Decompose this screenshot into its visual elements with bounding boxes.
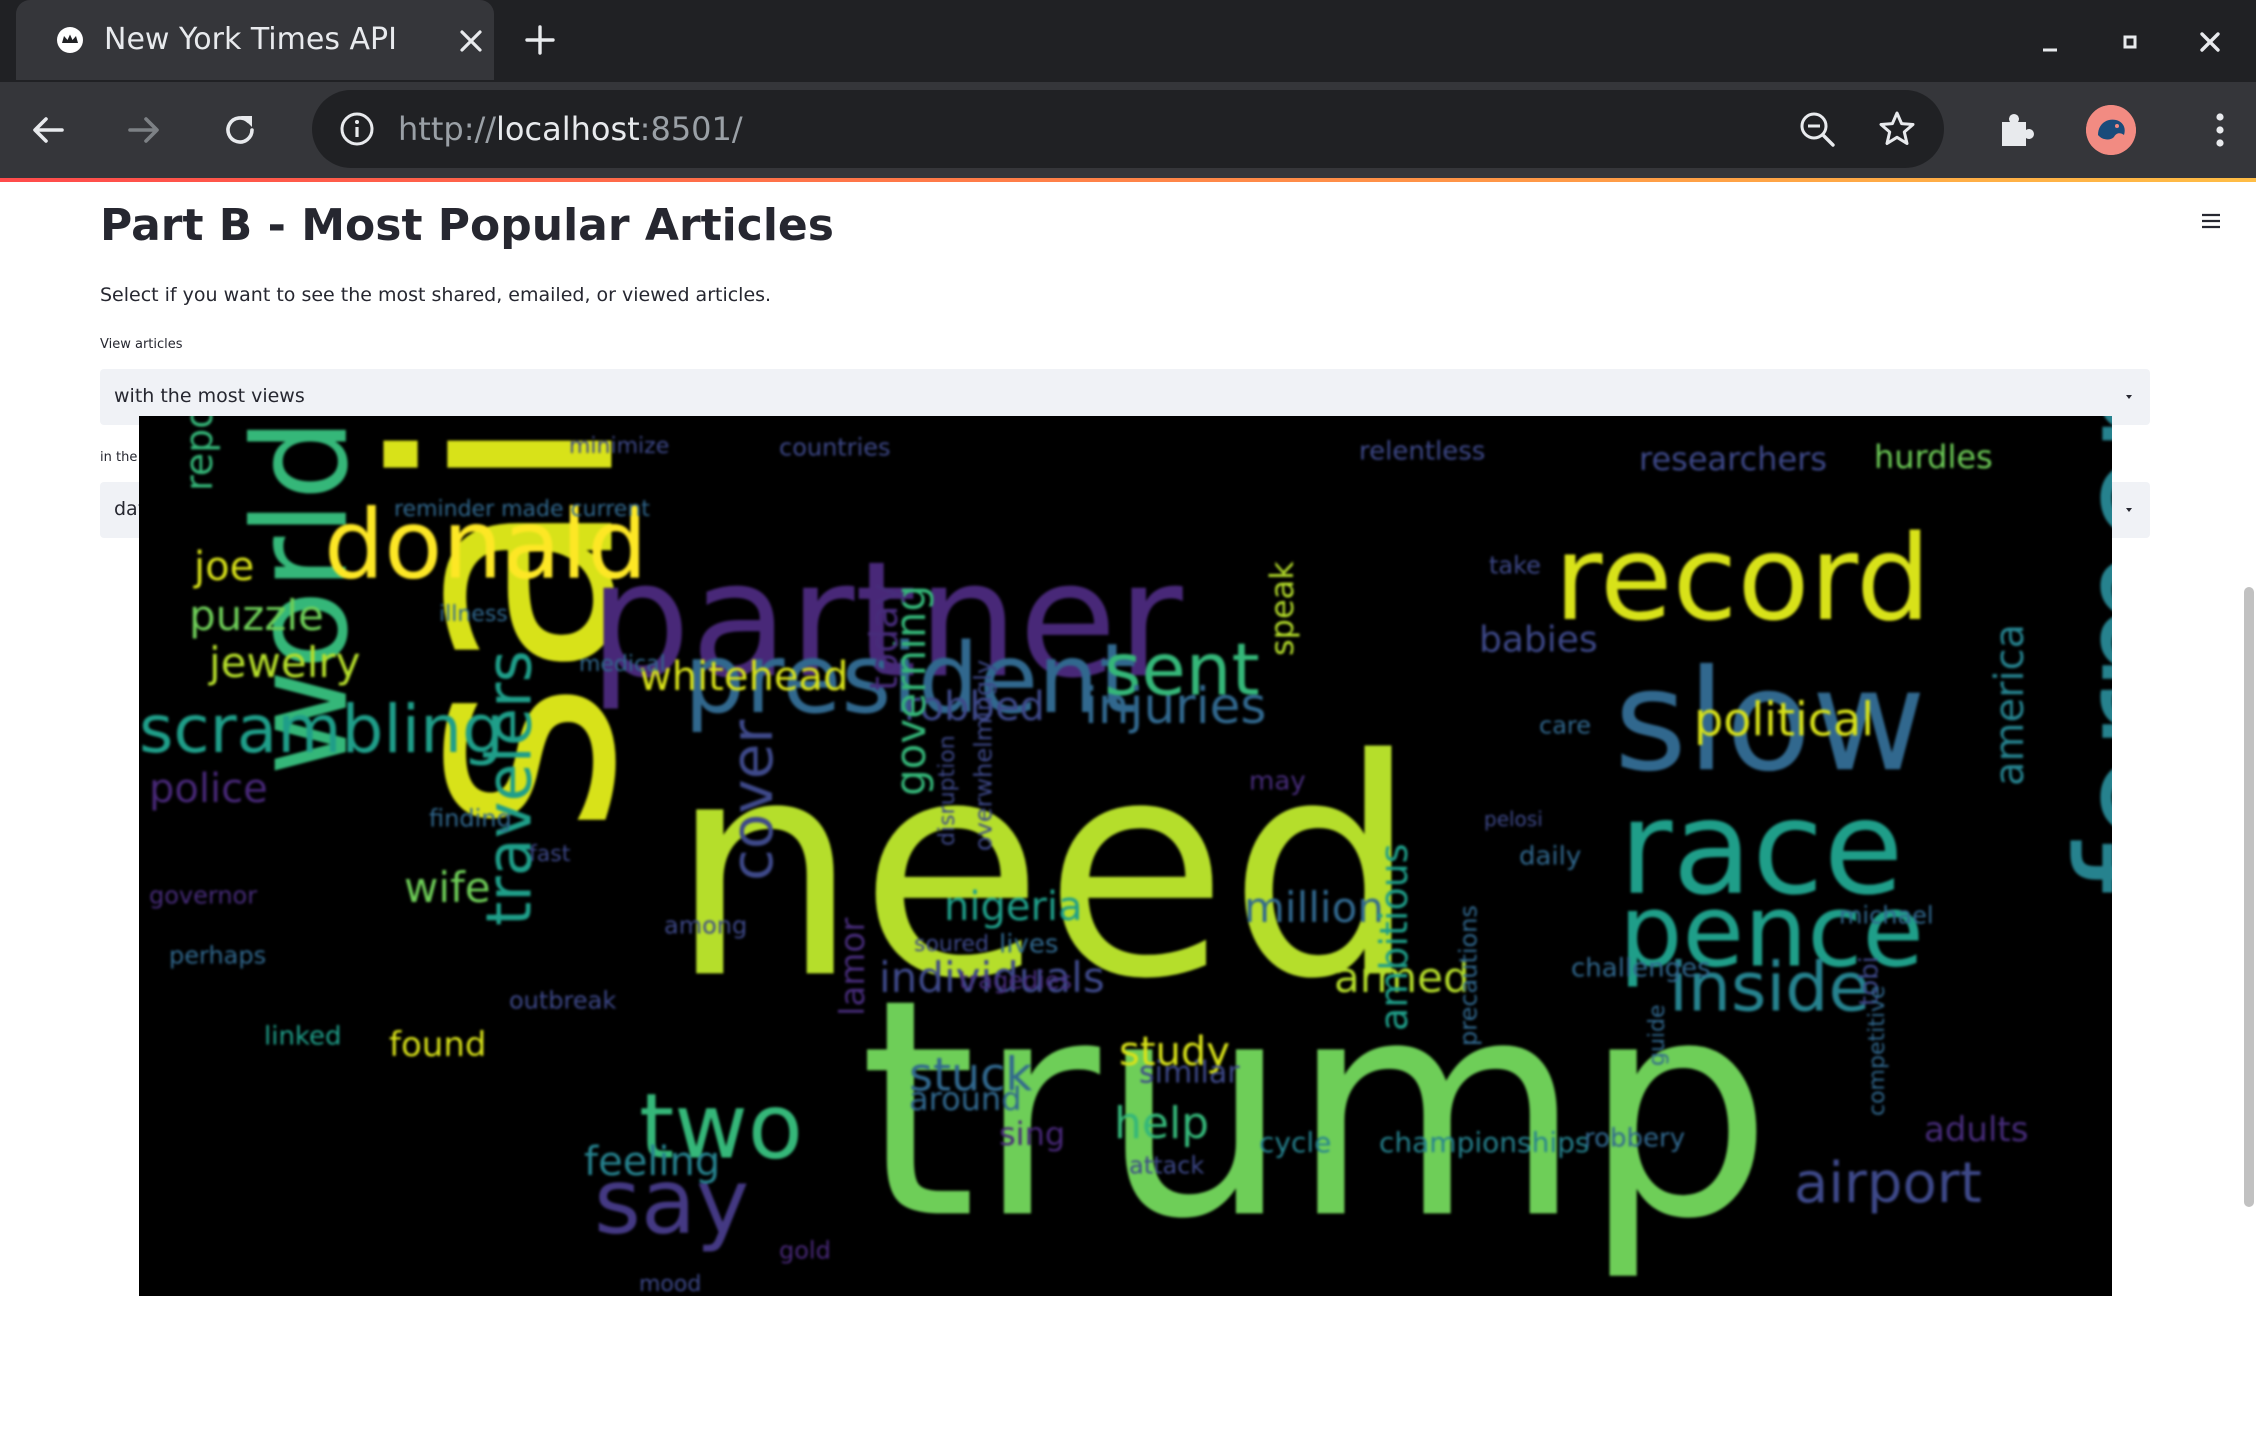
word-cloud-word: outbreak — [509, 987, 616, 1015]
word-cloud-word: today — [862, 583, 906, 691]
tab-title: New York Times API — [104, 22, 397, 57]
word-cloud-word: cycle — [1259, 1126, 1331, 1159]
word-cloud-word: gold — [779, 1237, 831, 1265]
word-cloud-word: medical — [579, 652, 666, 677]
word-cloud-word: adults — [1924, 1110, 2028, 1150]
word-cloud-word: hurdles — [1874, 438, 1993, 476]
browser-tab-strip: New York Times API — [0, 0, 2256, 82]
browser-toolbar: http://localhost:8501/ — [0, 82, 2256, 180]
word-cloud-word: million — [1244, 883, 1384, 932]
star-icon[interactable] — [1876, 108, 1918, 150]
word-cloud-word: perhaps — [169, 942, 266, 970]
word-cloud-word: soured — [914, 932, 989, 957]
window-close-icon[interactable] — [2190, 22, 2230, 62]
word-cloud-word: overwhelmingly — [970, 660, 998, 851]
word-cloud-word: reported — [177, 416, 221, 491]
word-cloud-word: found — [389, 1025, 486, 1065]
info-icon[interactable] — [338, 110, 376, 148]
view-articles-label: View articles — [100, 337, 183, 352]
back-arrow-icon[interactable] — [24, 106, 72, 154]
word-cloud-word: countries — [779, 434, 891, 462]
url-text[interactable]: http://localhost:8501/ — [398, 110, 743, 148]
word-cloud-word: feeling — [584, 1139, 720, 1185]
word-cloud-word: injuries — [1084, 677, 1266, 735]
word-cloud-word: record — [1554, 509, 1931, 647]
word-cloud-word: whitehead — [639, 654, 848, 700]
address-bar[interactable]: http://localhost:8501/ — [312, 90, 1944, 168]
word-cloud-word: attack — [1129, 1152, 1204, 1180]
word-cloud-word: fast — [529, 842, 571, 867]
word-cloud-word: babies — [1479, 620, 1598, 661]
word-cloud-word: pelosi — [1484, 807, 1543, 831]
kebab-menu-icon[interactable] — [2196, 106, 2244, 154]
reload-icon[interactable] — [216, 106, 264, 154]
word-cloud-word: puzzle — [189, 591, 324, 640]
word-cloud-word: relentless — [1359, 436, 1485, 466]
word-cloud-word: airport — [1794, 1151, 1982, 1216]
minimize-icon[interactable] — [2030, 22, 2070, 62]
word-cloud-word: police — [149, 766, 268, 812]
intro-text: Select if you want to see the most share… — [100, 284, 772, 306]
word-cloud-word: speak — [1263, 561, 1301, 656]
word-cloud-word: similar — [1139, 1056, 1240, 1091]
forward-arrow-icon[interactable] — [120, 106, 168, 154]
word-cloud-word: help — [1114, 1098, 1209, 1149]
word-cloud-word: care — [1539, 712, 1591, 740]
plus-icon[interactable] — [520, 20, 560, 60]
profile-picture-icon — [2086, 105, 2136, 155]
word-cloud-image: need trump said partner record slow former worl… — [139, 416, 2112, 1296]
word-cloud-word: linked — [264, 1021, 342, 1051]
word-cloud-word: around — [909, 1080, 1022, 1118]
word-cloud-word: scrambling — [139, 691, 504, 768]
word-cloud-word: sing — [999, 1115, 1065, 1153]
word-cloud-word: researchers — [1639, 440, 1827, 478]
word-cloud-word: jewelry — [208, 638, 361, 687]
word-cloud-word: among — [664, 912, 747, 940]
word-cloud-word: mood — [639, 1272, 701, 1296]
avatar[interactable] — [2086, 105, 2136, 155]
word-cloud-word: joe — [193, 544, 254, 590]
browser-tab[interactable]: New York Times API — [16, 0, 494, 80]
word-cloud-word: take — [1489, 552, 1541, 580]
word-cloud-word: lives — [999, 929, 1058, 959]
word-cloud-word: competitive — [1865, 985, 1890, 1116]
zoom-out-icon[interactable] — [1796, 108, 1838, 150]
word-cloud-word: michael — [1839, 902, 1934, 930]
page-scrollbar[interactable] — [2244, 587, 2254, 1207]
hamburger-icon[interactable] — [2196, 206, 2226, 236]
word-cloud-word: minimize — [569, 434, 669, 459]
word-cloud-word: cover — [718, 720, 786, 881]
word-cloud-word: political — [1694, 692, 1874, 746]
word-cloud-svg: needtrumpsaidpartner recordslow formerworl… — [139, 416, 2112, 1296]
streamlit-crown-icon — [57, 27, 83, 53]
close-icon[interactable] — [454, 24, 488, 58]
word-cloud-word: lamor — [833, 918, 873, 1016]
word-cloud-word: championships — [1379, 1126, 1589, 1159]
word-cloud-word: disruption — [935, 735, 960, 846]
word-cloud-word: may — [1249, 766, 1306, 796]
maximize-icon[interactable] — [2110, 22, 2150, 62]
word-cloud-word: former — [2046, 416, 2112, 896]
word-cloud-word: nigeria — [944, 884, 1083, 930]
word-cloud-word: ambitious — [1372, 843, 1416, 1031]
word-cloud-word: precautions — [1455, 905, 1483, 1046]
view-articles-value: with the most views — [114, 385, 305, 407]
word-cloud-word: tragedies — [959, 967, 1072, 995]
puzzle-icon[interactable] — [1992, 106, 2040, 154]
word-cloud-word: robbery — [1584, 1123, 1685, 1153]
chevron-down-icon — [2126, 508, 2132, 512]
word-cloud-word: wife — [404, 863, 491, 912]
word-cloud-word: challenges — [1571, 953, 1711, 983]
word-cloud-word: guide — [1645, 1004, 1670, 1066]
word-cloud-word: america — [1987, 624, 2033, 786]
word-cloud-word: finding — [429, 805, 512, 833]
word-cloud-word: illness — [439, 602, 508, 627]
page-title: Part B - Most Popular Articles — [100, 200, 834, 251]
word-cloud-word: reminder made current — [394, 497, 650, 522]
word-cloud-word: daily — [1519, 841, 1581, 871]
word-cloud-word: governor — [149, 882, 257, 910]
chevron-down-icon — [2126, 395, 2132, 399]
